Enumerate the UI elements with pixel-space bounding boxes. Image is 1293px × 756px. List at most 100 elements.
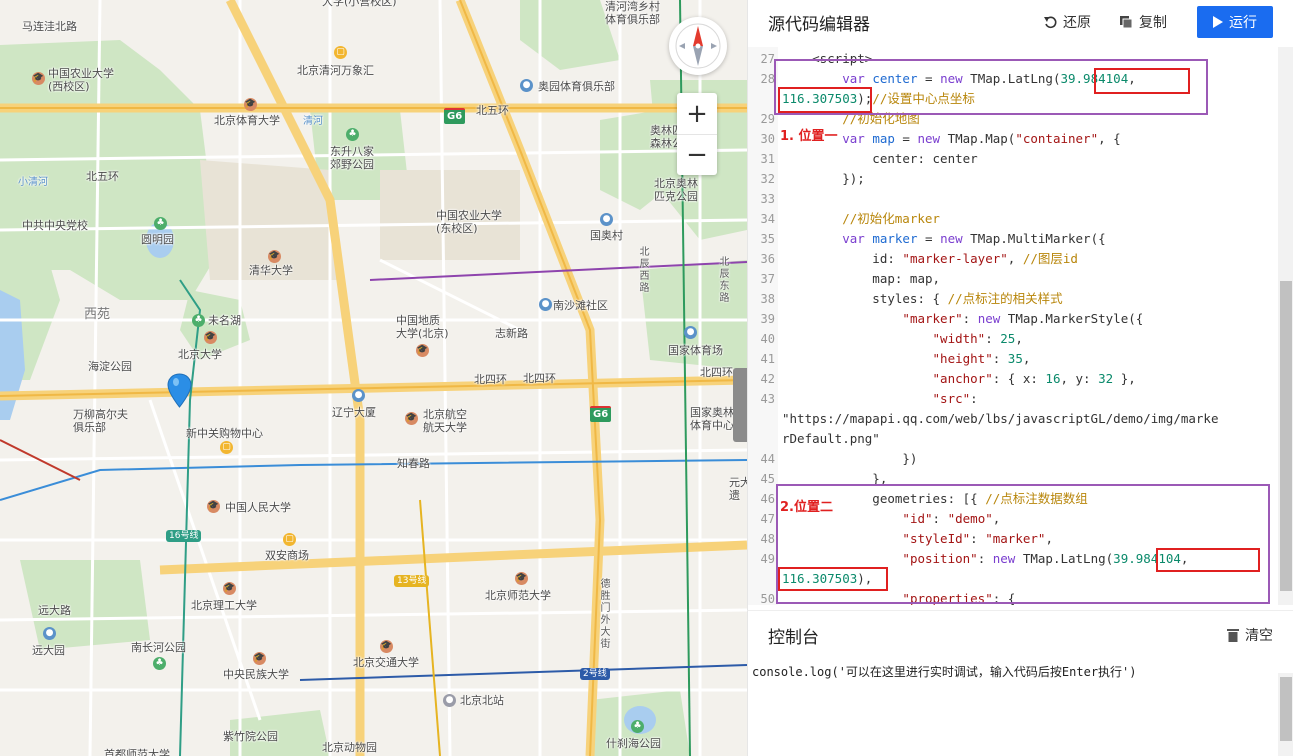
clear-button[interactable]: 清空 — [1227, 625, 1273, 645]
map-label-bsu: 北京体育大学 — [214, 114, 280, 127]
map-label-nanshatan: 南沙滩社区 — [553, 299, 608, 312]
code-line: id: "marker-layer", //图层id — [782, 251, 1078, 266]
map-label-xiaoqinghe: 小清河 — [18, 177, 48, 188]
building-poi-icon: ● — [600, 213, 613, 226]
line-number: 38 — [760, 292, 775, 306]
play-icon — [1213, 16, 1223, 28]
map-label-guoaocun: 国奥村 — [590, 229, 623, 242]
park-poi-icon: ● — [43, 627, 56, 640]
school-poi-icon: 🎓 — [380, 640, 393, 653]
map-label-new-zgc-mall: 新中关购物中心 — [186, 427, 263, 440]
map-view[interactable]: 马连洼北路 中国农业大学 (西校区) 北京清河万象汇 北京体育大学 清河 奥园体… — [0, 0, 747, 756]
undo-icon — [1044, 16, 1057, 29]
annotation-label-2: 2.位置二 — [780, 500, 833, 515]
line-number: 50 — [760, 592, 775, 605]
line-number-gutter: 27 28 29 30 31 32 33 34 35 36 37 38 39 40 41 42 43 44 45 46… — [748, 47, 778, 605]
code-line: "marker": new TMap.MarkerStyle({ — [902, 311, 1144, 326]
editor-scrollbar-thumb[interactable] — [1280, 281, 1292, 591]
code-line: "width": 25, — [932, 331, 1023, 346]
line-number: 46 — [760, 492, 775, 506]
code-line: "height": 35, — [932, 351, 1031, 366]
highlight-lat-2 — [1156, 548, 1260, 572]
highlight-lng-2 — [778, 567, 888, 591]
map-label-malianwa-n-road: 马连洼北路 — [22, 20, 77, 33]
console-title: 控制台 — [768, 627, 819, 648]
map-label-beijing-olympic-park: 北京奥林 匹克公园 — [654, 177, 698, 203]
shopping-poi-icon: ▢ — [334, 46, 347, 59]
restore-label: 还原 — [1063, 15, 1091, 31]
map-label-daxue-xiaoying: 大学(小营校区) — [322, 0, 397, 8]
map-label-capital-normal: 首都师范大学 — [104, 748, 170, 756]
zoom-in-button[interactable]: + — [677, 93, 717, 134]
code-editor-panel: 源代码编辑器 还原 复制 运行 27 28 29 30 31 32 33 34 35 36 37 38… — [747, 0, 1293, 610]
map-label-bnu: 北京师范大学 — [485, 589, 551, 602]
stadium-poi-icon: ● — [684, 326, 697, 339]
map-label-shuangan: 双安商场 — [265, 549, 309, 562]
map-label-beijing-north-station: 北京北站 — [460, 694, 504, 707]
code-line: }); — [782, 171, 865, 186]
map-marker-pin-icon[interactable] — [167, 373, 192, 412]
map-label-zizhuyuan: 紫竹院公园 — [223, 730, 278, 743]
code-line: map: map, — [782, 271, 941, 286]
shopping-poi-icon: ▢ — [220, 441, 233, 454]
line-number: 31 — [760, 152, 775, 166]
metro-line-tag: 13号线 — [394, 575, 430, 587]
map-base-layer — [0, 0, 747, 756]
map-label-beisihuan-3: 北四环 — [700, 366, 733, 379]
map-label-weiminghu: 未名湖 — [208, 314, 241, 327]
copy-icon — [1120, 16, 1133, 29]
map-label-liaoning-mansion: 辽宁大厦 — [332, 406, 376, 419]
compass-icon — [675, 23, 721, 69]
map-label-shichahai: 什刹海公园 — [606, 737, 661, 750]
school-poi-icon: 🎓 — [244, 98, 257, 111]
map-label-bit: 北京理工大学 — [191, 599, 257, 612]
map-label-xiyuan: 西苑 — [84, 307, 111, 322]
map-label-tsinghua: 清华大学 — [249, 264, 293, 277]
map-label-yuanda-park: 远大园 — [32, 644, 65, 657]
community-poi-icon: ● — [539, 298, 552, 311]
line-number: 49 — [760, 552, 775, 566]
map-label-wanliu: 万柳高尔夫 俱乐部 — [73, 408, 128, 434]
console-panel: 控制台 清空 console.log('可以在这里进行实时调试，输入代码后按En… — [747, 610, 1293, 756]
line-number: 27 — [760, 52, 775, 66]
line-number: 41 — [760, 352, 775, 366]
school-poi-icon: 🎓 — [416, 344, 429, 357]
map-label-zhixin-road: 志新路 — [495, 327, 528, 340]
metro-line-tag: 2号线 — [580, 668, 610, 680]
map-label-cpc-school: 中共中央党校 — [22, 219, 88, 232]
run-label: 运行 — [1229, 15, 1257, 31]
map-label-pku: 北京大学 — [178, 348, 222, 361]
park-poi-icon: ♣ — [346, 128, 359, 141]
highlight-lat-1 — [1094, 68, 1190, 94]
park-poi-icon: ♣ — [631, 720, 644, 733]
map-label-nanchanghe-park: 南长河公园 — [131, 641, 186, 654]
line-number: 40 — [760, 332, 775, 346]
code-line: }) — [782, 451, 918, 466]
copy-button[interactable]: 复制 — [1119, 12, 1167, 32]
console-scrollbar-thumb[interactable] — [1280, 677, 1292, 741]
map-label-beiwuhuan-2: 北五环 — [86, 170, 119, 183]
line-number: 34 — [760, 212, 775, 226]
building-poi-icon: ● — [352, 389, 365, 402]
editor-title: 源代码编辑器 — [768, 14, 870, 35]
restore-button[interactable]: 还原 — [1043, 12, 1091, 32]
map-label-qinghe-wan-sports: 清河湾乡村 体育俱乐部 — [605, 0, 660, 26]
line-number: 37 — [760, 272, 775, 286]
panel-collapse-handle[interactable] — [733, 368, 747, 442]
school-poi-icon: 🎓 — [253, 652, 266, 665]
console-scrollbar[interactable] — [1278, 673, 1293, 756]
code-line: "anchor": { x: 16, y: 32 }, — [932, 371, 1136, 386]
code-line: "src": — [932, 391, 978, 406]
run-button[interactable]: 运行 — [1197, 6, 1273, 38]
line-number: 30 — [760, 132, 775, 146]
zoom-out-button[interactable]: − — [677, 134, 717, 175]
editor-scrollbar[interactable] — [1278, 47, 1293, 605]
code-text-area[interactable]: 27 28 29 30 31 32 33 34 35 36 37 38 39 40 41 42 43 44 45 46… — [748, 47, 1278, 605]
code-line: var marker = new TMap.MultiMarker({ — [842, 231, 1106, 246]
map-label-beijing-zoo: 北京动物园 — [322, 741, 377, 754]
console-output-line[interactable]: console.log('可以在这里进行实时调试，输入代码后按Enter执行') — [752, 663, 1137, 680]
school-poi-icon: 🎓 — [515, 572, 528, 585]
compass-control[interactable] — [669, 17, 727, 75]
map-label-muc: 中央民族大学 — [223, 668, 289, 681]
trash-icon — [1227, 629, 1239, 642]
